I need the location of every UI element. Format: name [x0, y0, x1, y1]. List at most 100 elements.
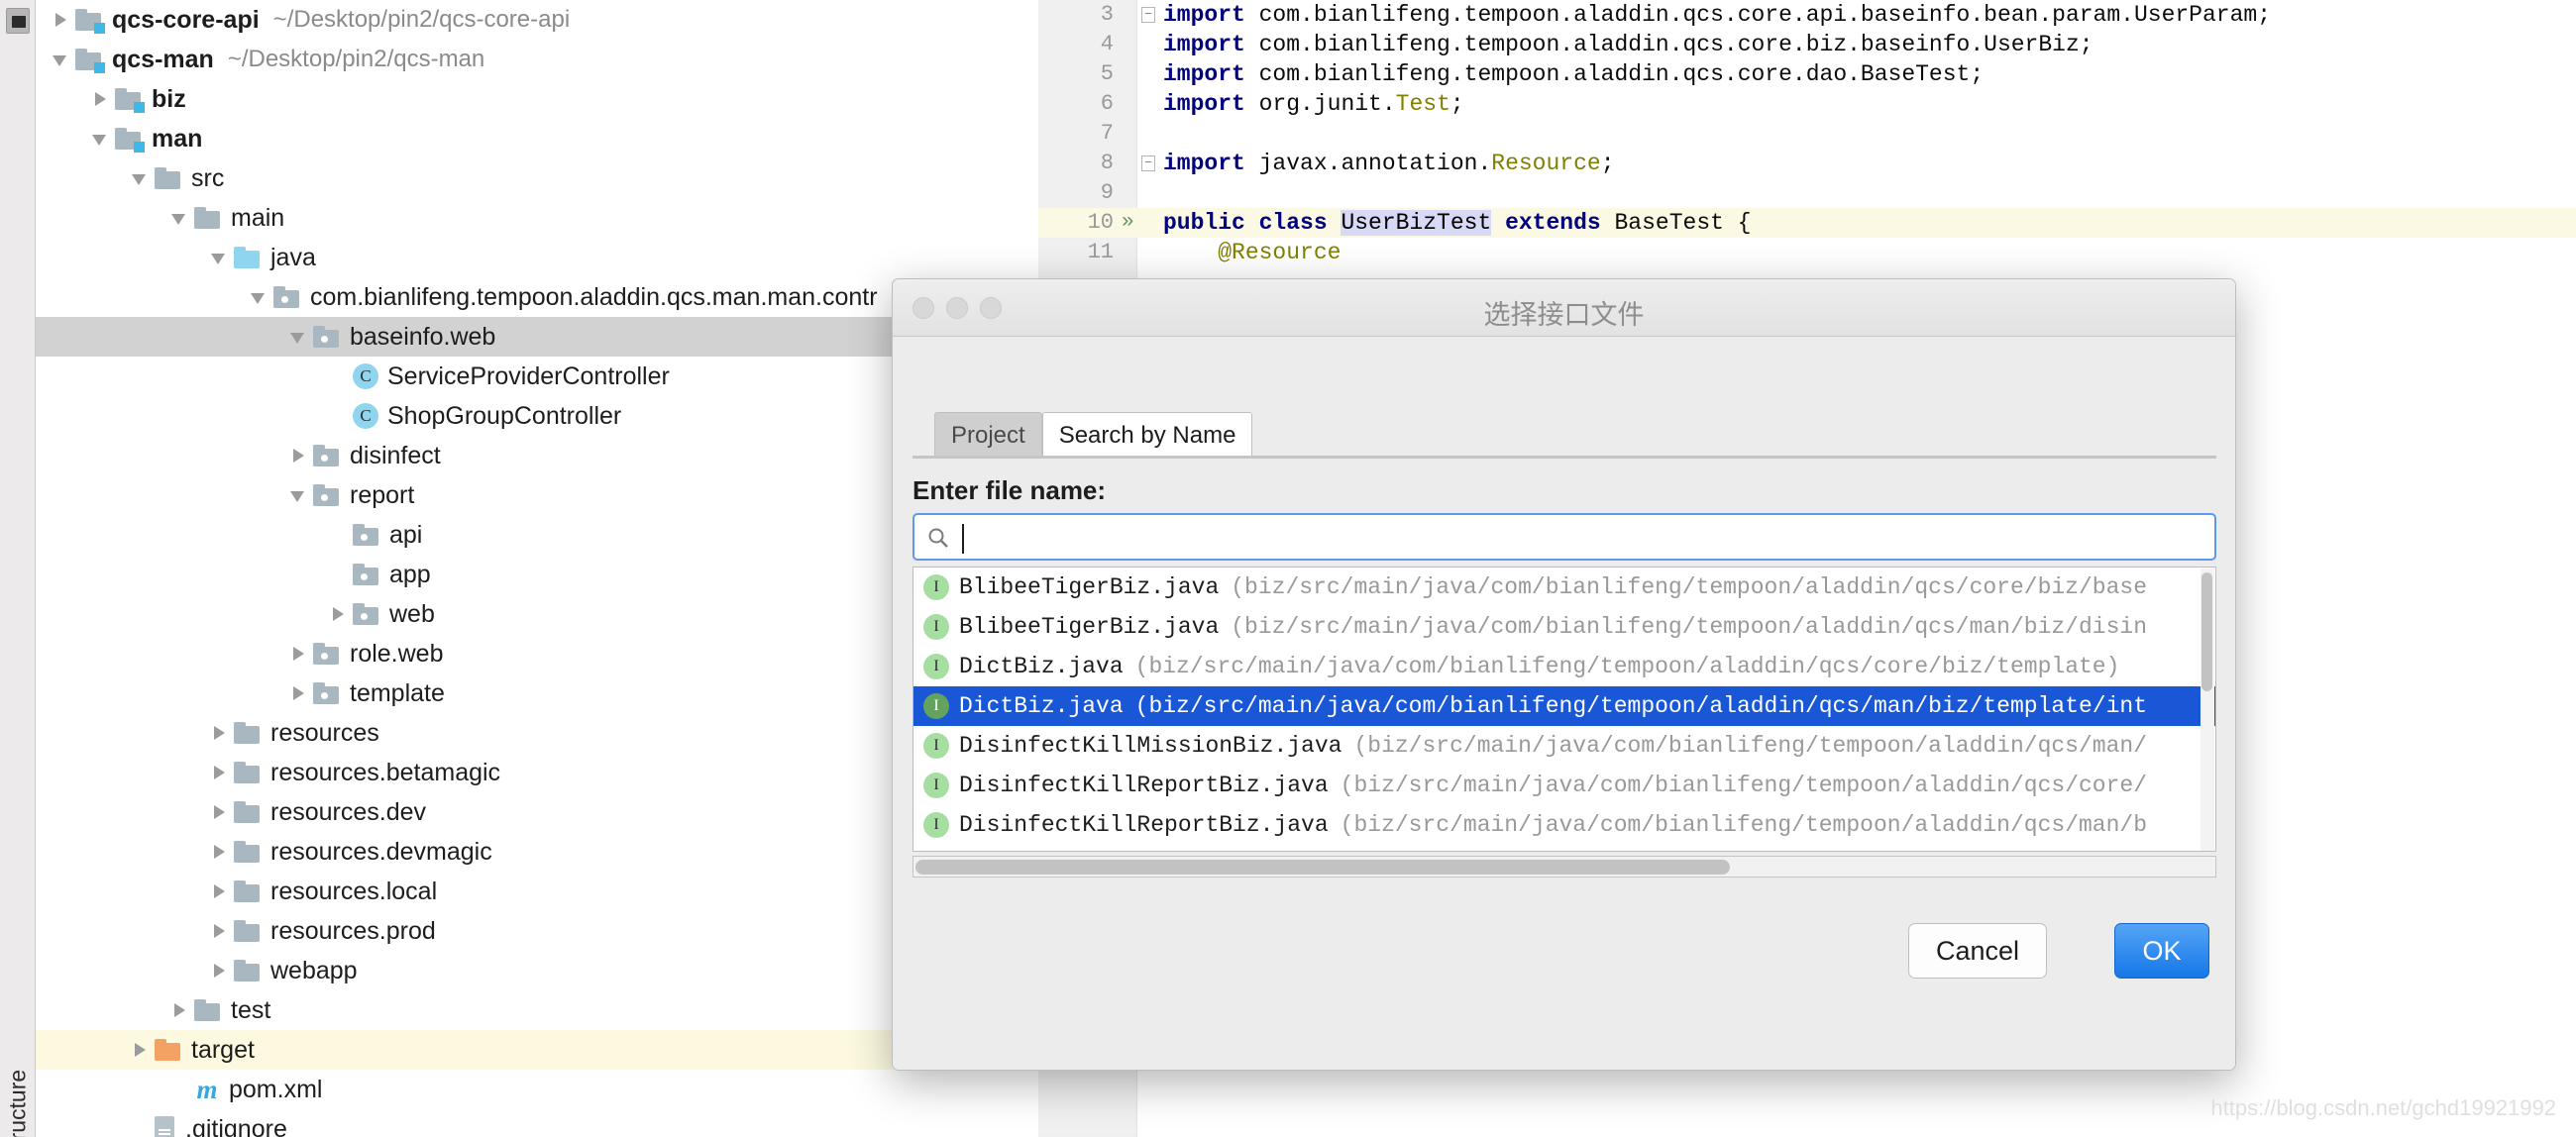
tree-row[interactable]: disinfect [36, 436, 1038, 475]
package-icon [313, 326, 341, 348]
chevron-right-icon[interactable] [50, 0, 75, 40]
tree-row[interactable]: resources.betamagic [36, 753, 1038, 792]
chevron-right-icon[interactable] [208, 832, 234, 872]
chevron-down-icon[interactable] [129, 158, 155, 198]
excluded-folder-icon [155, 1039, 182, 1061]
tree-row[interactable]: main [36, 198, 1038, 238]
tree-row[interactable]: app [36, 555, 1038, 594]
chevron-right-icon[interactable] [287, 634, 313, 673]
tree-row-label: biz [152, 84, 186, 113]
results-horizontal-scroll-thumb[interactable] [915, 860, 1730, 875]
chevron-right-icon[interactable] [208, 713, 234, 753]
code-line: 8 − import javax.annotation.Resource; [1038, 149, 2576, 178]
chevron-down-icon[interactable] [208, 238, 234, 277]
tab-search-by-name[interactable]: Search by Name [1041, 412, 1253, 459]
result-file-name: BlibeeTigerBiz.java [959, 574, 1220, 600]
result-item[interactable]: I DictBiz.java (biz/src/main/java/com/bian… [913, 686, 2215, 726]
search-input[interactable] [912, 513, 2216, 561]
tree-row[interactable]: resources.devmagic [36, 832, 1038, 872]
chevron-right-icon[interactable] [208, 753, 234, 792]
result-item[interactable]: I BlibeeTigerBiz.java (biz/src/main/java/c… [913, 607, 2215, 647]
chevron-right-icon[interactable] [89, 79, 115, 119]
tree-row-label: pom.xml [229, 1075, 323, 1103]
chevron-down-icon[interactable] [287, 317, 313, 357]
chevron-right-icon[interactable] [168, 990, 194, 1030]
code-line: 3 − import com.bianlifeng.tempoon.aladdin.… [1038, 0, 2576, 30]
results-vertical-scrollbar[interactable] [2200, 568, 2214, 851]
chevron-down-icon[interactable] [89, 119, 115, 158]
chevron-right-icon[interactable] [287, 673, 313, 713]
enter-file-name-label: Enter file name: [912, 475, 1107, 505]
code-line: 5 import com.bianlifeng.tempoon.aladdin.q… [1038, 59, 2576, 89]
result-item[interactable]: I DisinfectKillMissionBiz.java (biz/src/ma… [913, 726, 2215, 766]
chevron-down-icon[interactable] [50, 40, 75, 79]
tree-row[interactable]: webapp [36, 951, 1038, 990]
choose-interface-file-dialog[interactable]: 选择接口文件 Project Search by Name Enter file … [892, 278, 2236, 1071]
tree-row[interactable]: resources.prod [36, 911, 1038, 951]
tree-row[interactable]: web [36, 594, 1038, 634]
tree-row[interactable]: java [36, 238, 1038, 277]
tree-row[interactable]: api [36, 515, 1038, 555]
chevron-down-icon[interactable] [287, 475, 313, 515]
chevron-right-icon[interactable] [208, 872, 234, 911]
tree-row[interactable]: .gitignore [36, 1109, 1038, 1137]
tree-row[interactable]: template [36, 673, 1038, 713]
tree-row[interactable]: man [36, 119, 1038, 158]
chevron-right-icon[interactable] [287, 436, 313, 475]
tree-row[interactable]: C ServiceProviderController [36, 357, 1038, 396]
tree-row[interactable]: qcs-man ~/Desktop/pin2/qcs-man [36, 40, 1038, 79]
folder-icon [194, 207, 222, 229]
tree-row[interactable]: test [36, 990, 1038, 1030]
module-folder-icon [115, 88, 145, 113]
dialog-tabs[interactable]: Project Search by Name [934, 412, 1253, 459]
line-number: 7 [1100, 121, 1114, 146]
class-icon: C [353, 403, 378, 429]
collapse-imports-icon[interactable]: − [1141, 7, 1155, 23]
chevron-right-icon[interactable] [208, 792, 234, 832]
tree-row[interactable]: report [36, 475, 1038, 515]
tree-row-label: java [270, 243, 316, 271]
tree-row[interactable]: resources [36, 713, 1038, 753]
tree-row[interactable]: resources.dev [36, 792, 1038, 832]
project-tree[interactable]: qcs-core-api ~/Desktop/pin2/qcs-core-api q… [36, 0, 1038, 1137]
tree-row-label: app [389, 560, 431, 588]
tree-row[interactable]: baseinfo.web [36, 317, 1038, 357]
interface-icon: I [923, 693, 949, 719]
line-number: 5 [1100, 61, 1114, 86]
results-horizontal-scrollbar[interactable] [912, 856, 2216, 878]
tree-row[interactable]: resources.local [36, 872, 1038, 911]
code-line: 9 [1038, 178, 2576, 208]
chevron-right-icon[interactable] [327, 594, 353, 634]
run-class-gutter-icon[interactable]: » [1122, 212, 1134, 234]
cancel-button[interactable]: Cancel [1908, 923, 2047, 979]
tree-row[interactable]: C ShopGroupController [36, 396, 1038, 436]
chevron-right-icon[interactable] [208, 951, 234, 990]
chevron-down-icon[interactable] [248, 277, 273, 317]
tab-project[interactable]: Project [934, 412, 1042, 459]
chevron-down-icon[interactable] [168, 198, 194, 238]
result-item[interactable]: I DisinfectKillReportBiz.java (biz/src/mai… [913, 766, 2215, 805]
chevron-right-icon[interactable] [208, 911, 234, 951]
chevron-right-icon[interactable] [129, 1030, 155, 1070]
results-vertical-scroll-thumb[interactable] [2201, 572, 2212, 691]
collapse-imports-icon[interactable]: − [1141, 155, 1155, 171]
tree-row-label: ServiceProviderController [387, 362, 670, 390]
code-text: import com.bianlifeng.tempoon.aladdin.qc… [1163, 2, 2271, 28]
result-item[interactable]: I DisinfectKillReportBiz.java (biz/src/mai… [913, 805, 2215, 845]
result-item[interactable]: I DictBiz.java (biz/src/main/java/com/bian… [913, 647, 2215, 686]
tree-row[interactable]: target [36, 1030, 1038, 1070]
tree-row[interactable]: com.bianlifeng.tempoon.aladdin.qcs.man.m… [36, 277, 1038, 317]
tree-row[interactable]: m pom.xml [36, 1070, 1038, 1109]
tree-row[interactable]: biz [36, 79, 1038, 119]
project-toolwindow-icon[interactable] [6, 8, 30, 34]
tree-row-path: ~/Desktop/pin2/qcs-man [227, 46, 485, 72]
tree-row[interactable]: qcs-core-api ~/Desktop/pin2/qcs-core-api [36, 0, 1038, 40]
result-item[interactable]: I BlibeeTigerBiz.java (biz/src/main/java/c… [913, 568, 2215, 607]
tree-row-label: src [191, 163, 225, 192]
tree-row[interactable]: src [36, 158, 1038, 198]
search-results-list[interactable]: I BlibeeTigerBiz.java (biz/src/main/java/c… [912, 567, 2216, 852]
result-item[interactable]: IDisinfectPlanBiz.java(biz/src/main/java… [913, 845, 2215, 851]
structure-tool-button[interactable]: Structure [5, 1061, 32, 1137]
tree-row[interactable]: role.web [36, 634, 1038, 673]
ok-button[interactable]: OK [2114, 923, 2209, 979]
